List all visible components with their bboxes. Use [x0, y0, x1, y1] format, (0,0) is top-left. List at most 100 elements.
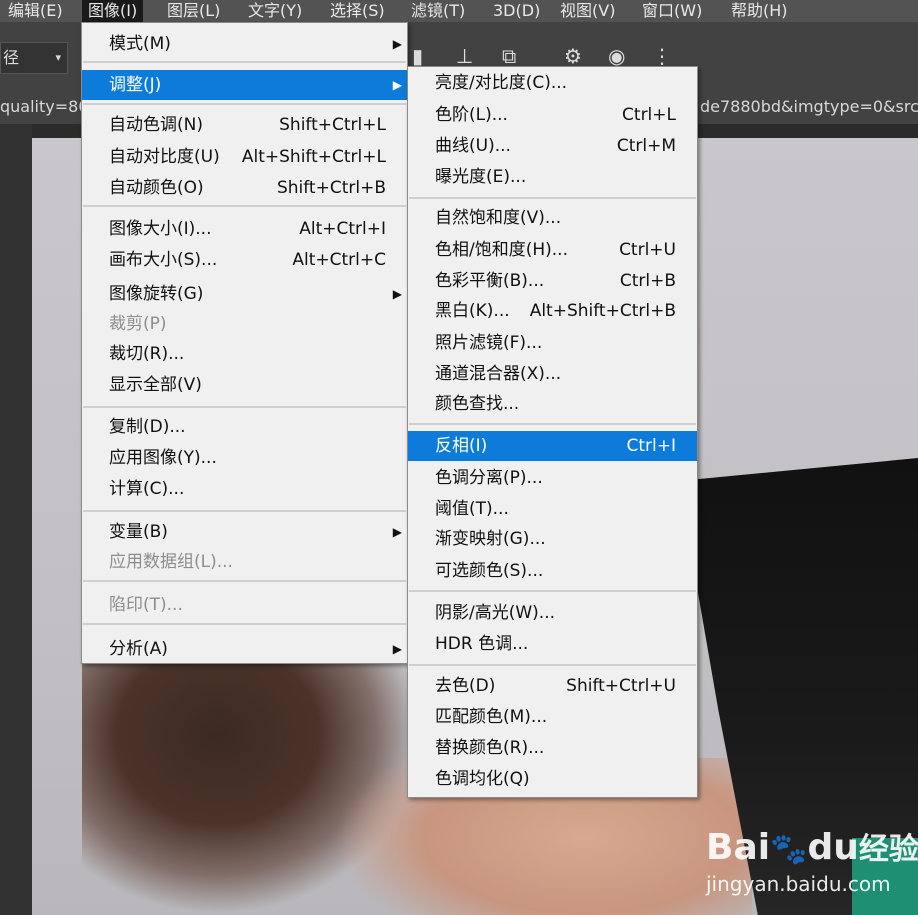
- image-menu: 模式(M) ▶ 调整(J) ▶ 自动色调(N) Shift+Ctrl+L 自动对比度(U) A…: [81, 22, 408, 664]
- menu-separator: [409, 423, 696, 425]
- menu-separator: [409, 590, 696, 592]
- menu-window[interactable]: 窗口(W): [642, 0, 702, 22]
- adjust-menu-item[interactable]: 通道混合器(X)...: [408, 359, 697, 389]
- adjust-menu-item[interactable]: 照片滤镜(F)...: [408, 328, 697, 358]
- menu-help[interactable]: 帮助(H): [731, 0, 788, 22]
- menu-select[interactable]: 选择(S): [330, 0, 385, 22]
- adjust-menu-item[interactable]: 自然饱和度(V)...: [408, 203, 697, 233]
- menu-item-label: 计算(C)...: [109, 479, 185, 499]
- image-menu-item[interactable]: 计算(C)...: [82, 474, 407, 504]
- adjust-menu-item[interactable]: 渐变映射(G)...: [408, 524, 697, 554]
- menu-item-label: 匹配颜色(M)...: [435, 707, 548, 727]
- menu-item-label: 应用数据组(L)...: [109, 552, 233, 572]
- menu-item-label: 色调分离(P)...: [435, 468, 543, 488]
- image-menu-item[interactable]: 调整(J) ▶: [82, 70, 407, 100]
- adjust-menu-item[interactable]: 阈值(T)...: [408, 494, 697, 524]
- menu-type[interactable]: 文字(Y): [248, 0, 302, 22]
- menu-item-label: 可选颜色(S)...: [435, 561, 544, 581]
- image-menu-item[interactable]: 自动色调(N) Shift+Ctrl+L: [82, 110, 407, 140]
- menu-separator: [83, 623, 406, 625]
- menu-item-shortcut: Alt+Shift+Ctrl+B: [529, 301, 676, 321]
- menu-bar: 编辑(E) 图像(I) 图层(L) 文字(Y) 选择(S) 滤镜(T) 3D(D…: [0, 0, 918, 22]
- menu-item-label: 阴影/高光(W)...: [435, 603, 556, 623]
- adjust-menu-item[interactable]: 色相/饱和度(H)... Ctrl+U: [408, 235, 697, 265]
- adjust-menu-item[interactable]: 去色(D) Shift+Ctrl+U: [408, 671, 697, 701]
- menu-item-label: 曝光度(E)...: [435, 167, 527, 187]
- image-menu-item[interactable]: 自动对比度(U) Alt+Shift+Ctrl+L: [82, 142, 407, 172]
- menu-3d[interactable]: 3D(D): [493, 0, 540, 22]
- menu-item-label: 显示全部(V): [109, 375, 202, 395]
- image-menu-item[interactable]: 分析(A) ▶: [82, 634, 407, 664]
- image-menu-item: 裁剪(P): [82, 309, 407, 339]
- menu-item-label: 裁切(R)...: [109, 344, 185, 364]
- menu-item-label: 自动颜色(O): [109, 178, 204, 198]
- menu-separator: [83, 103, 406, 105]
- adjust-menu-item[interactable]: 可选颜色(S)...: [408, 556, 697, 586]
- image-menu-item[interactable]: 画布大小(S)... Alt+Ctrl+C: [82, 245, 407, 275]
- image-menu-item[interactable]: 图像大小(I)... Alt+Ctrl+I: [82, 214, 407, 244]
- adjust-menu-item[interactable]: 曲线(U)... Ctrl+M: [408, 131, 697, 161]
- adjust-menu-item[interactable]: 阴影/高光(W)...: [408, 598, 697, 628]
- menu-item-shortcut: Ctrl+U: [619, 240, 676, 260]
- menu-item-label: HDR 色调...: [435, 634, 529, 654]
- menu-item-label: 黑白(K)...: [435, 301, 510, 321]
- image-menu-item[interactable]: 自动颜色(O) Shift+Ctrl+B: [82, 173, 407, 203]
- menu-item-label: 照片滤镜(F)...: [435, 333, 543, 353]
- doc-title-left: quality=80: [0, 97, 89, 116]
- align-icon[interactable]: ▮: [412, 44, 423, 68]
- menu-separator: [83, 61, 406, 63]
- menu-item-label: 应用图像(Y)...: [109, 448, 217, 468]
- menu-item-shortcut: Alt+Ctrl+I: [299, 219, 386, 239]
- menu-item-label: 复制(D)...: [109, 417, 186, 437]
- image-menu-item[interactable]: 显示全部(V): [82, 370, 407, 400]
- adjust-menu-item[interactable]: 替换颜色(R)...: [408, 733, 697, 763]
- submenu-arrow-icon: ▶: [392, 287, 402, 301]
- menu-image[interactable]: 图像(I): [82, 0, 144, 22]
- adjust-menu-item[interactable]: 颜色查找...: [408, 389, 697, 419]
- menu-view[interactable]: 视图(V): [560, 0, 615, 22]
- adjust-menu-item[interactable]: 反相(I) Ctrl+I: [408, 431, 697, 461]
- menu-item-label: 画布大小(S)...: [109, 250, 218, 270]
- menu-item-label: 自动对比度(U): [109, 147, 220, 167]
- adjust-menu-item[interactable]: HDR 色调...: [408, 629, 697, 659]
- menu-separator: [409, 197, 696, 199]
- tool-preset-select[interactable]: 径 ▾: [0, 42, 68, 74]
- menu-item-label: 陷印(T)...: [109, 595, 183, 615]
- menu-filter[interactable]: 滤镜(T): [411, 0, 465, 22]
- image-menu-item[interactable]: 复制(D)...: [82, 412, 407, 442]
- align-bottom-icon[interactable]: ⊥: [456, 44, 473, 68]
- image-menu-item[interactable]: 裁切(R)...: [82, 339, 407, 369]
- gear-icon[interactable]: ⚙: [564, 44, 582, 68]
- 3d-more-icon[interactable]: ⋮: [652, 44, 672, 68]
- image-menu-item[interactable]: 模式(M) ▶: [82, 29, 407, 59]
- adjust-menu-item[interactable]: 色阶(L)... Ctrl+L: [408, 100, 697, 130]
- image-menu-item[interactable]: 应用图像(Y)...: [82, 443, 407, 473]
- adjust-menu-item[interactable]: 色彩平衡(B)... Ctrl+B: [408, 266, 697, 296]
- adjust-menu-item[interactable]: 黑白(K)... Alt+Shift+Ctrl+B: [408, 296, 697, 326]
- menu-item-shortcut: Ctrl+L: [622, 105, 676, 125]
- adjust-menu-item[interactable]: 色调分离(P)...: [408, 463, 697, 493]
- doc-title-right: de7880bd&imgtype=0&src: [700, 97, 918, 116]
- menu-item-label: 色相/饱和度(H)...: [435, 240, 568, 260]
- adjust-menu-item[interactable]: 匹配颜色(M)...: [408, 702, 697, 732]
- menu-item-label: 亮度/对比度(C)...: [435, 73, 568, 93]
- 3d-mode-icon[interactable]: ◉: [608, 44, 625, 68]
- menu-edit[interactable]: 编辑(E): [8, 0, 63, 22]
- image-menu-item[interactable]: 图像旋转(G) ▶: [82, 279, 407, 309]
- menu-item-label: 模式(M): [109, 34, 171, 54]
- menu-item-label: 色调均化(Q): [435, 769, 530, 789]
- adjust-menu-item[interactable]: 亮度/对比度(C)...: [408, 68, 697, 98]
- menu-item-label: 调整(J): [109, 75, 162, 95]
- adjust-menu-item[interactable]: 色调均化(Q): [408, 764, 697, 794]
- image-menu-item[interactable]: 变量(B) ▶: [82, 517, 407, 547]
- menu-item-label: 色阶(L)...: [435, 105, 508, 125]
- menu-item-label: 去色(D): [435, 676, 496, 696]
- menu-item-shortcut: Shift+Ctrl+U: [566, 676, 676, 696]
- submenu-arrow-icon: ▶: [392, 78, 402, 92]
- menu-layer[interactable]: 图层(L): [167, 0, 220, 22]
- adjust-menu-item[interactable]: 曝光度(E)...: [408, 162, 697, 192]
- menu-item-shortcut: Ctrl+I: [626, 436, 676, 456]
- menu-item-label: 分析(A): [109, 639, 168, 659]
- menu-separator: [83, 510, 406, 512]
- distribute-icon[interactable]: ⧉: [502, 44, 516, 68]
